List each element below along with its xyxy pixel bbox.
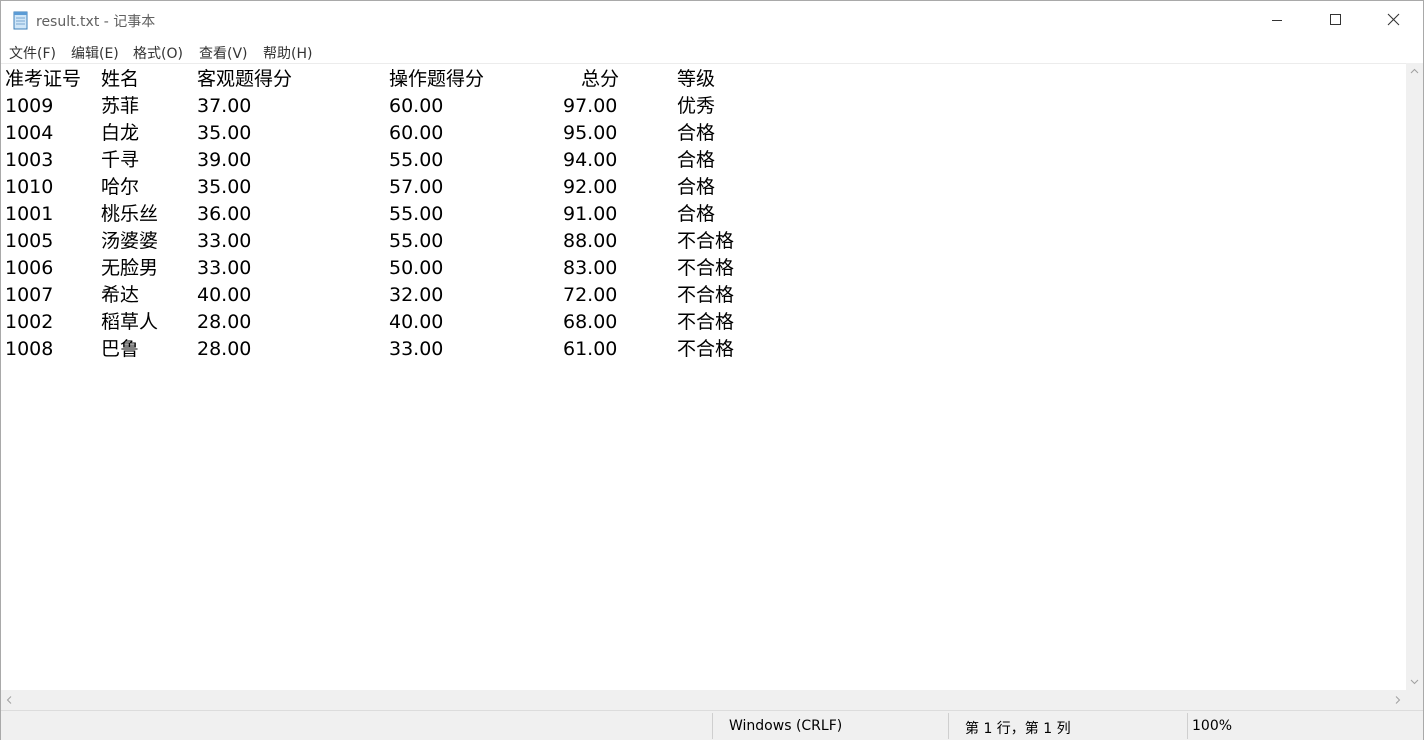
cell-objective: 36.00 <box>197 203 252 225</box>
cell-objective: 35.00 <box>197 122 252 144</box>
cell-total: 97.00 <box>563 95 618 117</box>
cell-practical: 32.00 <box>389 284 444 306</box>
menu-help[interactable]: 帮助(H) <box>263 43 312 63</box>
cell-id: 1007 <box>5 284 54 306</box>
cell-practical: 60.00 <box>389 95 444 117</box>
close-button[interactable] <box>1364 1 1422 39</box>
cell-id: 1006 <box>5 257 54 279</box>
status-divider <box>712 713 713 739</box>
header-cell-total: 总分 <box>581 68 620 90</box>
scrollbar-corner <box>1406 690 1423 710</box>
cell-name: 巴鲁 <box>101 338 140 360</box>
cell-practical: 50.00 <box>389 257 444 279</box>
cell-total: 95.00 <box>563 122 618 144</box>
cell-total: 83.00 <box>563 257 618 279</box>
cell-objective: 40.00 <box>197 284 252 306</box>
cell-grade: 不合格 <box>677 338 735 360</box>
cell-practical: 60.00 <box>389 122 444 144</box>
header-cell-objective: 客观题得分 <box>197 68 293 90</box>
close-icon <box>1387 13 1400 26</box>
cell-objective: 33.00 <box>197 230 252 252</box>
cell-name: 无脸男 <box>101 257 159 279</box>
header-cell-id: 准考证号 <box>5 68 82 90</box>
text-editor[interactable]: 准考证号 姓名 客观题得分 操作题得分 总分 等级 1009 苏菲 37.00 60.… <box>1 63 1406 691</box>
cell-practical: 33.00 <box>389 338 444 360</box>
menu-view[interactable]: 查看(V) <box>199 43 248 63</box>
header-cell-name: 姓名 <box>101 68 140 90</box>
cell-id: 1009 <box>5 95 54 117</box>
maximize-button[interactable] <box>1306 1 1364 39</box>
notepad-window: result.txt - 记事本 文件(F) 编辑(E) 格式(O) 查看(V)… <box>0 0 1424 740</box>
cell-name: 稻草人 <box>101 311 159 333</box>
cell-name: 苏菲 <box>101 95 140 117</box>
cell-name: 白龙 <box>101 122 140 144</box>
cell-grade: 合格 <box>677 176 716 198</box>
maximize-icon <box>1330 14 1341 25</box>
cell-id: 1002 <box>5 311 54 333</box>
header-cell-grade: 等级 <box>677 68 716 90</box>
cell-name: 桃乐丝 <box>101 203 159 225</box>
title-bar[interactable]: result.txt - 记事本 <box>1 1 1423 39</box>
cell-total: 91.00 <box>563 203 618 225</box>
notepad-icon <box>12 10 30 30</box>
cell-objective: 37.00 <box>197 95 252 117</box>
cell-id: 1004 <box>5 122 54 144</box>
horizontal-scrollbar[interactable] <box>1 690 1406 710</box>
cell-grade: 合格 <box>677 149 716 171</box>
status-divider <box>948 713 949 739</box>
window-title: result.txt - 记事本 <box>36 14 156 30</box>
cell-grade: 不合格 <box>677 257 735 279</box>
cell-practical: 55.00 <box>389 149 444 171</box>
cell-grade: 优秀 <box>677 95 716 117</box>
menu-bar: 文件(F) 编辑(E) 格式(O) 查看(V) 帮助(H) <box>1 39 1423 63</box>
cell-objective: 28.00 <box>197 311 252 333</box>
cell-name: 汤婆婆 <box>101 230 159 252</box>
cell-practical: 40.00 <box>389 311 444 333</box>
cell-id: 1003 <box>5 149 54 171</box>
cell-objective: 33.00 <box>197 257 252 279</box>
status-cursor-position: 第 1 行，第 1 列 <box>965 721 1071 737</box>
cell-grade: 不合格 <box>677 284 735 306</box>
cell-practical: 55.00 <box>389 203 444 225</box>
cell-total: 68.00 <box>563 311 618 333</box>
scroll-up-arrow-icon[interactable] <box>1406 63 1423 80</box>
cell-name: 希达 <box>101 284 140 306</box>
status-divider <box>1187 713 1188 739</box>
status-bar: Windows (CRLF) 第 1 行，第 1 列 100% <box>1 710 1423 740</box>
menu-format[interactable]: 格式(O) <box>133 43 183 63</box>
cell-name: 哈尔 <box>101 176 140 198</box>
cell-total: 92.00 <box>563 176 618 198</box>
cell-total: 88.00 <box>563 230 618 252</box>
cell-objective: 28.00 <box>197 338 252 360</box>
cell-id: 1005 <box>5 230 54 252</box>
status-zoom: 100% <box>1192 718 1233 734</box>
menu-file[interactable]: 文件(F) <box>9 43 56 63</box>
scroll-right-arrow-icon[interactable] <box>1389 690 1406 710</box>
minimize-icon <box>1272 20 1282 21</box>
cell-name: 千寻 <box>101 149 140 171</box>
header-cell-practical: 操作题得分 <box>389 68 485 90</box>
cell-grade: 合格 <box>677 122 716 144</box>
scroll-left-arrow-icon[interactable] <box>1 690 18 710</box>
cell-id: 1001 <box>5 203 54 225</box>
menu-edit[interactable]: 编辑(E) <box>71 43 119 63</box>
cell-practical: 57.00 <box>389 176 444 198</box>
cell-objective: 39.00 <box>197 149 252 171</box>
cell-total: 94.00 <box>563 149 618 171</box>
status-line-ending: Windows (CRLF) <box>729 718 843 734</box>
minimize-button[interactable] <box>1248 1 1306 39</box>
cell-grade: 不合格 <box>677 311 735 333</box>
cell-id: 1010 <box>5 176 54 198</box>
scroll-down-arrow-icon[interactable] <box>1406 673 1423 690</box>
cell-grade: 不合格 <box>677 230 735 252</box>
cell-total: 61.00 <box>563 338 618 360</box>
cell-practical: 55.00 <box>389 230 444 252</box>
cell-objective: 35.00 <box>197 176 252 198</box>
vertical-scrollbar[interactable] <box>1406 63 1423 690</box>
cell-grade: 合格 <box>677 203 716 225</box>
cell-total: 72.00 <box>563 284 618 306</box>
cell-id: 1008 <box>5 338 54 360</box>
